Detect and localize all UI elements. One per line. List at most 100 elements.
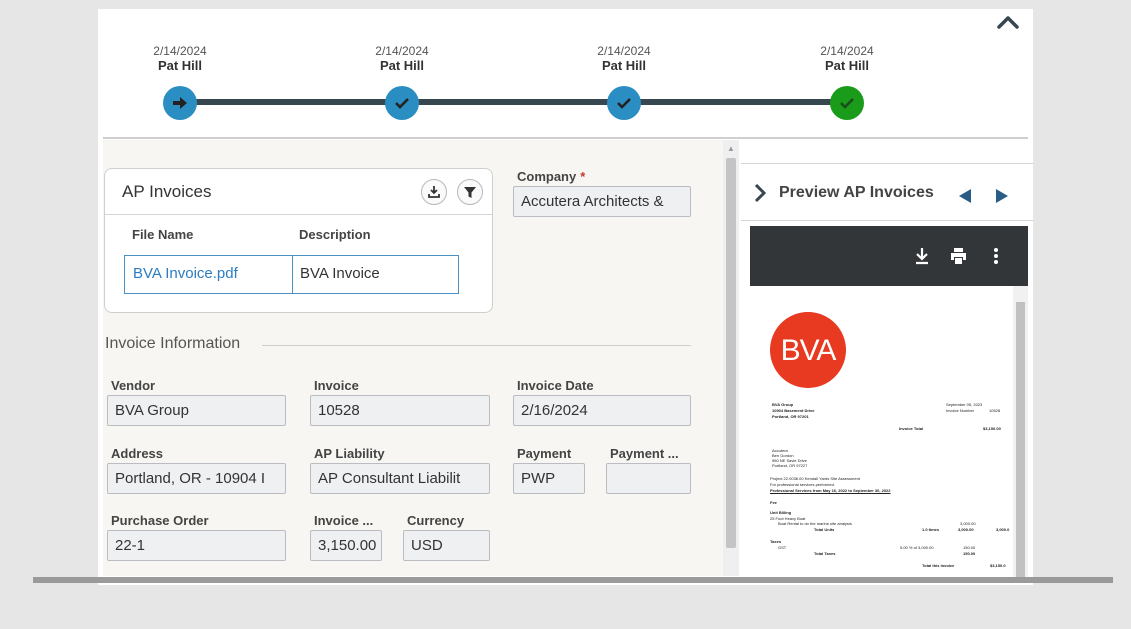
- panel-divider: [105, 214, 492, 215]
- doc-text: GST: [778, 545, 787, 550]
- column-header-description[interactable]: Description: [299, 227, 371, 242]
- workflow-step: 2/14/2024 Pat Hill: [120, 44, 240, 120]
- purchase-order-field[interactable]: 22-1: [107, 530, 286, 561]
- doc-text: $3,150.00: [983, 426, 1001, 431]
- table-row[interactable]: BVA Invoice.pdf BVA Invoice: [124, 255, 459, 294]
- collapse-button[interactable]: [996, 12, 1020, 32]
- section-title: Invoice Information: [105, 335, 241, 352]
- doc-text: 150.00: [963, 545, 976, 550]
- download-button[interactable]: [421, 179, 447, 205]
- vendor-logo: BVA: [770, 312, 846, 388]
- doc-text: Total this Invoice: [922, 563, 955, 568]
- step-approver: Pat Hill: [157, 58, 203, 73]
- filter-icon: [464, 187, 476, 198]
- workflow-divider: [103, 137, 1028, 139]
- step-status-approved[interactable]: [607, 86, 641, 120]
- payment-field[interactable]: PWP: [513, 463, 585, 494]
- doc-text: Professional Services from May 16, 2022 …: [770, 488, 891, 493]
- vendor-label: Vendor: [111, 378, 156, 393]
- step-date: 2/14/2024: [820, 44, 874, 58]
- chevron-right-icon[interactable]: [753, 182, 767, 204]
- invoice-document: BVA BVA Group 10904 Basement Drive Portl…: [750, 286, 1013, 578]
- doc-text: September 05, 2023: [946, 402, 983, 407]
- step-status-current[interactable]: [163, 86, 197, 120]
- previous-button[interactable]: [958, 188, 972, 204]
- address-field[interactable]: Portland, OR - 10904 I: [107, 463, 286, 494]
- doc-text: Unit Billing: [770, 510, 792, 515]
- pdf-scrollbar[interactable]: [1013, 286, 1028, 578]
- step-date: 2/14/2024: [153, 44, 207, 58]
- doc-text: 3,000.0: [996, 527, 1010, 532]
- doc-text: Total Units: [814, 527, 835, 532]
- company-label: Company *: [517, 169, 586, 184]
- filter-button[interactable]: [457, 179, 483, 205]
- payment-extra-label: Payment ...: [610, 446, 679, 461]
- doc-text: 5.00 % of 3,000.00: [900, 545, 934, 550]
- section-divider: [262, 345, 691, 346]
- currency-field[interactable]: USD: [403, 530, 490, 561]
- doc-text: BVA Group: [772, 402, 794, 407]
- doc-text: Total Taxes: [814, 551, 836, 556]
- workflow-step: 2/14/2024 Pat Hill: [787, 44, 907, 120]
- step-approver: Pat Hill: [379, 58, 425, 73]
- scrollbar-thumb[interactable]: [726, 158, 736, 548]
- doc-text: 3,000.00: [960, 521, 976, 526]
- doc-text: Invoice Total: [899, 426, 924, 431]
- description-cell[interactable]: BVA Invoice: [293, 256, 458, 293]
- doc-text: Project 22.0036.00 Kendall Yards Site As…: [770, 476, 860, 481]
- scrollbar-thumb[interactable]: [1016, 302, 1025, 578]
- ap-liability-field[interactable]: AP Consultant Liabilit: [310, 463, 490, 494]
- doc-text: 150.00: [963, 551, 976, 556]
- check-icon: [395, 98, 409, 109]
- invoice-date-field[interactable]: 2/16/2024: [513, 395, 691, 426]
- print-icon[interactable]: [949, 247, 968, 265]
- invoice-amount-label: Invoice ...: [314, 513, 374, 528]
- bottom-divider: [33, 577, 1113, 583]
- purchase-order-label: Purchase Order: [111, 513, 209, 528]
- step-approver: Pat Hill: [824, 58, 870, 73]
- chevron-up-icon: [997, 16, 1019, 29]
- pdf-toolbar: [750, 226, 1028, 286]
- doc-text: $3,150.0: [990, 563, 1006, 568]
- workflow-step: 2/14/2024 Pat Hill: [564, 44, 684, 120]
- more-options-icon[interactable]: [993, 247, 999, 265]
- pdf-viewer: BVA BVA Group 10904 Basement Drive Portl…: [750, 226, 1028, 578]
- ap-liability-label: AP Liability: [314, 446, 385, 461]
- ap-invoices-title: AP Invoices: [122, 182, 212, 201]
- invoice-field[interactable]: 10528: [310, 395, 490, 426]
- step-approver: Pat Hill: [601, 58, 647, 73]
- check-icon: [617, 98, 631, 109]
- doc-text: Portland, OR 97201: [772, 414, 809, 419]
- invoice-amount-field[interactable]: 3,150.00: [310, 530, 382, 561]
- step-date: 2/14/2024: [375, 44, 429, 58]
- step-status-complete[interactable]: [830, 86, 864, 120]
- next-button[interactable]: [995, 188, 1009, 204]
- form-scrollbar[interactable]: ▲: [723, 140, 739, 576]
- doc-text: Fee: [770, 500, 777, 505]
- ap-invoices-panel: AP Invoices File Name Description BVA In…: [104, 168, 493, 313]
- payment-extra-field[interactable]: [606, 463, 691, 494]
- workflow-step: 2/14/2024 Pat Hill: [342, 44, 462, 120]
- doc-text: Invoice Number: [946, 408, 975, 413]
- file-name-link[interactable]: BVA Invoice.pdf: [125, 256, 293, 293]
- scroll-up-icon[interactable]: ▲: [727, 144, 735, 153]
- doc-text: 1.0 times: [922, 527, 940, 532]
- company-field[interactable]: Accutera Architects &: [513, 186, 691, 217]
- arrow-right-icon: [173, 97, 187, 109]
- currency-label: Currency: [407, 513, 465, 528]
- doc-text: 10528: [989, 408, 1001, 413]
- payment-label: Payment: [517, 446, 572, 461]
- address-label: Address: [111, 446, 164, 461]
- invoice-label: Invoice: [314, 378, 359, 393]
- doc-text: Taxes: [770, 539, 782, 544]
- download-icon: [428, 186, 440, 198]
- doc-text: Boat Rental to do the marine site analys…: [778, 521, 852, 526]
- step-status-approved[interactable]: [385, 86, 419, 120]
- doc-text: 3,000.00: [958, 527, 974, 532]
- column-header-file-name[interactable]: File Name: [132, 227, 193, 242]
- step-date: 2/14/2024: [597, 44, 651, 58]
- vendor-field[interactable]: BVA Group: [107, 395, 286, 426]
- doc-text: For professional services performed.: [770, 482, 835, 487]
- download-icon[interactable]: [914, 247, 930, 265]
- invoice-date-label: Invoice Date: [517, 378, 594, 393]
